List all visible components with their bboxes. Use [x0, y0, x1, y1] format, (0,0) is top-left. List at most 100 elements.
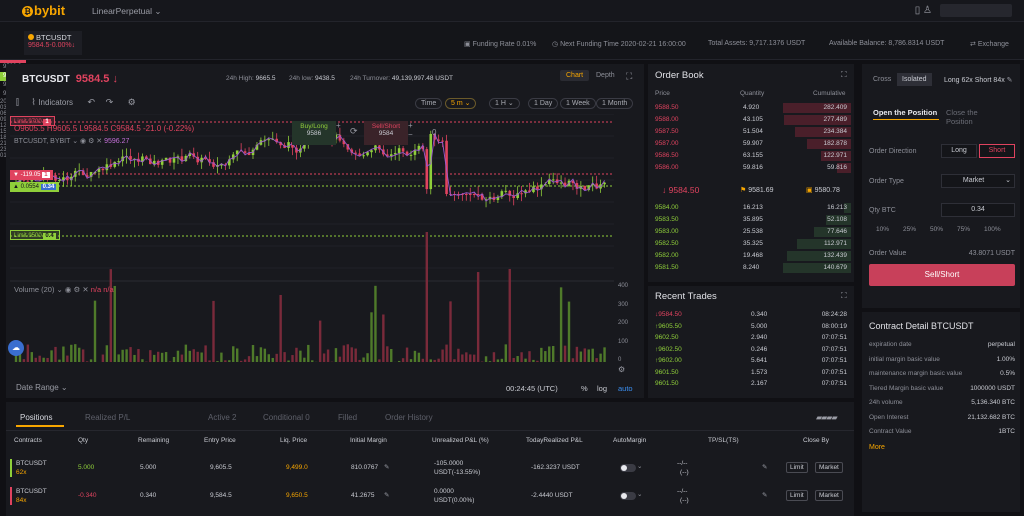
- close-limit-button[interactable]: Limit: [786, 462, 808, 473]
- user-icons[interactable]: ▯ ♙: [915, 5, 932, 16]
- ask-row[interactable]: 9587.00 59.907 182.878: [655, 138, 851, 150]
- buy-long-quick[interactable]: Buy/Long 9586: [292, 121, 336, 145]
- qty-percent-button[interactable]: 25%: [903, 226, 916, 233]
- qty-percent-button[interactable]: 10%: [876, 226, 889, 233]
- percent-toggle[interactable]: %: [581, 384, 588, 393]
- auto-margin-chevron-icon[interactable]: ⌄: [637, 490, 642, 498]
- expand-icon[interactable]: ⛶: [841, 70, 847, 80]
- positions-tab[interactable]: Conditional 0: [263, 413, 310, 422]
- bid-row[interactable]: 9583.50 35.895 52.108: [655, 214, 851, 226]
- long-button[interactable]: Long: [941, 144, 977, 158]
- tab-depth[interactable]: Depth: [590, 70, 621, 81]
- date-range-button[interactable]: Date Range ⌄: [16, 383, 68, 392]
- close-market-button[interactable]: Market: [815, 462, 843, 473]
- collapse-icon[interactable]: ▰▰▰▰: [816, 413, 838, 422]
- position-flag-short[interactable]: ▼ -119.05 1: [10, 170, 53, 180]
- tf-1h[interactable]: 1 H ⌄: [489, 98, 520, 109]
- ask-row[interactable]: 9586.00 59.816 59.816: [655, 162, 851, 174]
- tf-1month[interactable]: 1 Month: [596, 98, 634, 109]
- edit-tpsl-icon[interactable]: ✎: [762, 491, 767, 499]
- tf-1week[interactable]: 1 Week: [560, 98, 596, 109]
- volume-bar: [157, 351, 160, 362]
- bid-row[interactable]: 9581.50 8.240 140.679: [655, 262, 851, 274]
- quick-qty[interactable]: 0: [432, 128, 436, 137]
- position-flag-long[interactable]: ▲ 0.0554 0.34: [10, 182, 60, 192]
- trade-row: 9602.50 2.940 07:07:51: [655, 332, 851, 344]
- ask-row[interactable]: 9586.50 63.155 122.971: [655, 150, 851, 162]
- qty-plus-minus[interactable]: + −: [336, 121, 341, 139]
- bar-type-icon[interactable]: ⫿: [16, 97, 19, 107]
- qty-percent-button[interactable]: 75%: [957, 226, 970, 233]
- volume-bar: [153, 354, 156, 362]
- indicators-button[interactable]: Indicators: [38, 98, 73, 107]
- volume-bar: [334, 348, 338, 362]
- fullscreen-icon[interactable]: ⛶: [626, 71, 632, 82]
- bid-row[interactable]: 9582.00 19.468 132.439: [655, 250, 851, 262]
- indicators-icon[interactable]: ⌇: [31, 97, 35, 107]
- qty-plus-minus-2[interactable]: + −: [408, 121, 413, 139]
- ask-row[interactable]: 9588.00 43.105 277.489: [655, 114, 851, 126]
- candle-chart[interactable]: [10, 114, 614, 378]
- auto-margin-toggle[interactable]: [620, 464, 636, 472]
- margin-isolated[interactable]: Isolated: [897, 73, 932, 86]
- redo-icon[interactable]: ↷: [106, 97, 114, 107]
- auto-toggle[interactable]: auto: [618, 384, 633, 393]
- volume-bar: [484, 356, 488, 362]
- volume-bar: [271, 357, 274, 362]
- sell-short-button[interactable]: Sell/Short: [869, 264, 1015, 286]
- qty-percent-button[interactable]: 50%: [930, 226, 943, 233]
- limit-order-flag-bottom[interactable]: Limit 9500 0.4: [10, 230, 60, 240]
- qty-input[interactable]: 0.34: [941, 203, 1015, 217]
- ask-row[interactable]: 9587.50 51.504 234.384: [655, 126, 851, 138]
- account-menu[interactable]: [940, 4, 1012, 17]
- refresh-icon[interactable]: ⟳: [350, 126, 358, 137]
- order-book-title: Order Book: [655, 70, 704, 81]
- edit-margin-icon[interactable]: ✎: [384, 491, 389, 499]
- more-link[interactable]: More: [869, 444, 885, 451]
- tf-time[interactable]: Time: [415, 98, 443, 109]
- close-limit-button[interactable]: Limit: [786, 490, 808, 501]
- symbol-selector[interactable]: BTCUSDT 9584.5-0.00%↓: [24, 31, 82, 55]
- tab-open-position[interactable]: Open the Position: [873, 108, 939, 120]
- bybit-logo[interactable]: ₿ bybit: [22, 3, 65, 18]
- positions-col-header: TP/SL(TS): [708, 437, 739, 444]
- contract-type-select[interactable]: LinearPerpetual ⌄: [92, 6, 162, 17]
- contract-detail-row: Tiered Margin basic value 1000000 USDT: [869, 385, 1015, 392]
- log-toggle[interactable]: log: [597, 384, 607, 393]
- order-type-select[interactable]: Market ⌄: [941, 174, 1015, 188]
- leverage-display[interactable]: Long 62x Short 84x ✎: [944, 76, 1013, 84]
- positions-tab[interactable]: Active 2: [208, 413, 236, 422]
- positions-tab[interactable]: Filled: [338, 413, 357, 422]
- ask-row[interactable]: 9588.50 4.920 282.409: [655, 102, 851, 114]
- margin-cross[interactable]: Cross: [873, 76, 891, 83]
- sell-short-quick[interactable]: Sell/Short 9584: [364, 121, 408, 145]
- auto-margin-toggle[interactable]: [620, 492, 636, 500]
- tab-chart[interactable]: Chart: [560, 70, 590, 81]
- exchange-link[interactable]: ⇄ Exchange: [970, 40, 1009, 48]
- candle-body: [476, 194, 480, 195]
- edit-margin-icon[interactable]: ✎: [384, 463, 389, 471]
- qty-percent-button[interactable]: 100%: [984, 226, 1001, 233]
- tf-5m[interactable]: 5 m ⌄: [445, 98, 477, 109]
- positions-tab[interactable]: Order History: [385, 413, 433, 422]
- expand-icon[interactable]: ⛶: [841, 291, 847, 301]
- short-button[interactable]: Short: [979, 144, 1015, 158]
- tradingview-icon[interactable]: ☁: [8, 340, 24, 356]
- bid-row[interactable]: 9582.50 35.325 112.971: [655, 238, 851, 250]
- volume-bar: [117, 354, 120, 362]
- volume-bar: [508, 268, 511, 362]
- positions-tab[interactable]: Positions: [20, 413, 52, 422]
- close-market-button[interactable]: Market: [815, 490, 843, 501]
- contract-detail-row: maintenance margin basic value 0.5%: [869, 370, 1015, 377]
- auto-margin-chevron-icon[interactable]: ⌄: [637, 462, 642, 470]
- tab-close-position[interactable]: Close the Position: [946, 108, 1006, 126]
- bid-row[interactable]: 9583.00 25.538 77.646: [655, 226, 851, 238]
- undo-icon[interactable]: ↶: [88, 97, 96, 107]
- tf-1day[interactable]: 1 Day: [528, 98, 559, 109]
- edit-tpsl-icon[interactable]: ✎: [762, 463, 767, 471]
- limit-order-flag-top[interactable]: Limit 9700 1: [10, 116, 55, 126]
- settings-icon[interactable]: ⚙: [128, 97, 136, 107]
- bid-row[interactable]: 9584.00 16.213 16.213: [655, 202, 851, 214]
- positions-tab[interactable]: Realized P/L: [85, 413, 130, 422]
- axis-settings-icon[interactable]: ⚙: [618, 365, 625, 374]
